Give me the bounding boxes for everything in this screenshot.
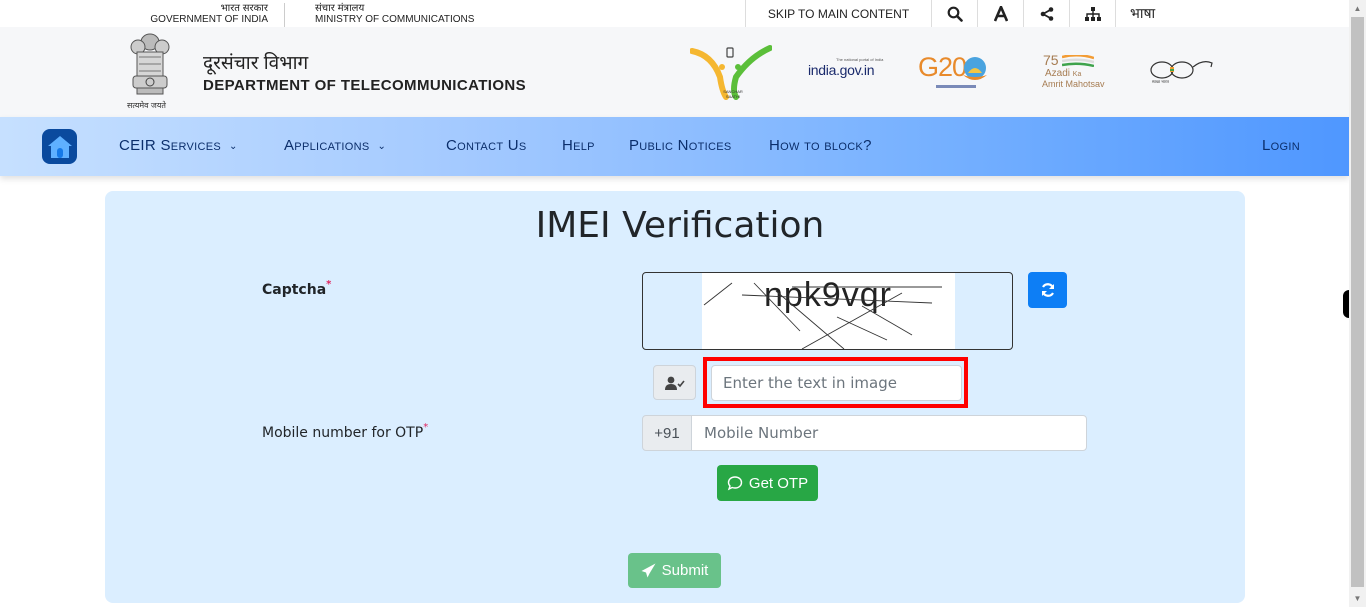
share-button[interactable]	[1023, 0, 1069, 27]
azadi-ka-word: Ka	[1072, 71, 1082, 78]
swachh-bharat-logo[interactable]: स्वच्छ भारत	[1148, 57, 1214, 87]
mobile-number-input[interactable]	[691, 415, 1087, 451]
chat-bubble-icon	[727, 476, 743, 491]
get-otp-button[interactable]: Get OTP	[717, 465, 818, 501]
sitemap-button[interactable]	[1069, 0, 1115, 27]
paper-plane-icon	[641, 563, 656, 578]
nav-public-notices[interactable]: Public Notices	[629, 137, 732, 154]
captcha-label-text: Captcha	[262, 282, 327, 298]
nav-help[interactable]: Help	[562, 137, 595, 154]
site-header: सत्यमेव जयते दूरसंचार विभाग DEPARTMENT O…	[0, 27, 1349, 117]
chevron-down-icon: ⌄	[229, 141, 238, 152]
vertical-scrollbar[interactable]: ▲ ▼	[1349, 0, 1366, 607]
department-name-english: DEPARTMENT OF TELECOMMUNICATIONS	[203, 77, 527, 94]
font-size-icon	[993, 5, 1008, 22]
nav-login[interactable]: Login	[1262, 137, 1300, 154]
country-code: +91	[642, 415, 692, 451]
nav-how-to-block[interactable]: How to block?	[769, 137, 872, 154]
refresh-captcha-button[interactable]	[1028, 272, 1067, 308]
azadi-word: Azadi	[1045, 68, 1071, 79]
nav-ceir-services[interactable]: CEIR Services ⌄	[119, 137, 238, 154]
page: भारत सरकार GOVERNMENT OF INDIA संचार मंत…	[0, 0, 1349, 607]
sitemap-icon	[1084, 6, 1101, 21]
g20-logo[interactable]: G20	[918, 52, 990, 94]
captcha-addon	[653, 365, 696, 400]
azadi-75: 75	[1043, 52, 1059, 68]
required-marker: *	[423, 422, 429, 433]
department-name-hindi: दूरसंचार विभाग	[203, 53, 309, 74]
mobile-label: Mobile number for OTP*	[262, 422, 429, 441]
scroll-up-arrow[interactable]: ▲	[1349, 0, 1366, 17]
required-marker: *	[326, 279, 332, 290]
gov-hindi: भारत सरकार	[220, 3, 268, 14]
user-check-icon	[664, 376, 685, 390]
scroll-down-arrow[interactable]: ▼	[1349, 590, 1366, 607]
nav-applications[interactable]: Applications ⌄	[284, 137, 386, 154]
sanchar-saathi-logo[interactable]: SANCHAR SAATHI	[689, 45, 773, 100]
refresh-icon	[1041, 283, 1054, 297]
home-icon	[47, 135, 72, 158]
national-emblem: सत्यमेव जयते	[125, 32, 175, 110]
home-button[interactable]	[42, 129, 77, 164]
gov-english: GOVERNMENT OF INDIA	[150, 14, 268, 25]
captcha-label: Captcha*	[262, 279, 332, 298]
nav-contact-us[interactable]: Contact Us	[446, 137, 527, 154]
search-icon	[947, 6, 963, 22]
mobile-label-text: Mobile number for OTP	[262, 425, 424, 441]
government-of-india: भारत सरकार GOVERNMENT OF INDIA	[145, 3, 285, 27]
font-size-button[interactable]	[977, 0, 1023, 27]
captcha-image: npk9vqr	[702, 273, 955, 349]
azadi-ka-amrit-mahotsav-logo[interactable]: 75 Azadi Ka Amrit Mahotsav	[1040, 52, 1110, 94]
swachh-bharat-glasses-icon	[1150, 61, 1213, 79]
sanchar-saathi-text: SANCHAR SAATHI	[723, 89, 743, 99]
india-gov-logo[interactable]: The national portal of India india.gov.i…	[808, 57, 883, 82]
captcha-input[interactable]	[711, 365, 962, 401]
chevron-down-icon: ⌄	[377, 141, 387, 152]
search-button[interactable]	[931, 0, 977, 27]
g20-tagline-bar	[936, 85, 976, 88]
main-navigation: CEIR Services ⌄ Applications ⌄ Contact Us …	[0, 117, 1349, 176]
share-icon	[1040, 6, 1053, 21]
skip-to-main-content-link[interactable]: SKIP TO MAIN CONTENT	[745, 0, 931, 27]
ministry-english: MINISTRY OF COMMUNICATIONS	[315, 14, 475, 25]
get-otp-label: Get OTP	[748, 474, 809, 492]
swachh-bharat-text: स्वच्छ भारत	[1152, 79, 1169, 84]
captcha-text: npk9vqr	[764, 276, 892, 314]
captcha-image-frame: npk9vqr	[642, 272, 1013, 350]
submit-button[interactable]: Submit	[628, 553, 721, 588]
ministry-hindi: संचार मंत्रालय	[315, 3, 365, 14]
page-title: IMEI Verification	[535, 205, 825, 246]
nav-applications-label: Applications	[284, 137, 370, 154]
g20-lotus-icon	[963, 57, 987, 80]
g20-text: G20	[918, 52, 967, 82]
language-selector[interactable]: भाषा	[1115, 0, 1175, 27]
azadi-line2: Amrit Mahotsav	[1042, 79, 1105, 89]
ministry-of-communications: संचार मंत्रालय MINISTRY OF COMMUNICATION…	[315, 3, 474, 25]
flag-icon	[1062, 55, 1094, 67]
emblem-caption: सत्यमेव जयते	[127, 101, 166, 110]
submit-label: Submit	[661, 562, 709, 579]
top-strip: भारत सरकार GOVERNMENT OF INDIA संचार मंत…	[0, 0, 1349, 27]
azadi-line1: Azadi Ka	[1045, 68, 1081, 79]
nav-ceir-services-label: CEIR Services	[119, 137, 222, 154]
captcha-noise: npk9vqr	[703, 276, 942, 349]
accessibility-links: SKIP TO MAIN CONTENT भाषा	[745, 0, 1175, 27]
emblem-icon	[130, 33, 170, 95]
scrollbar-thumb[interactable]	[1351, 17, 1364, 587]
india-gov-text: india.gov.in	[808, 62, 875, 78]
